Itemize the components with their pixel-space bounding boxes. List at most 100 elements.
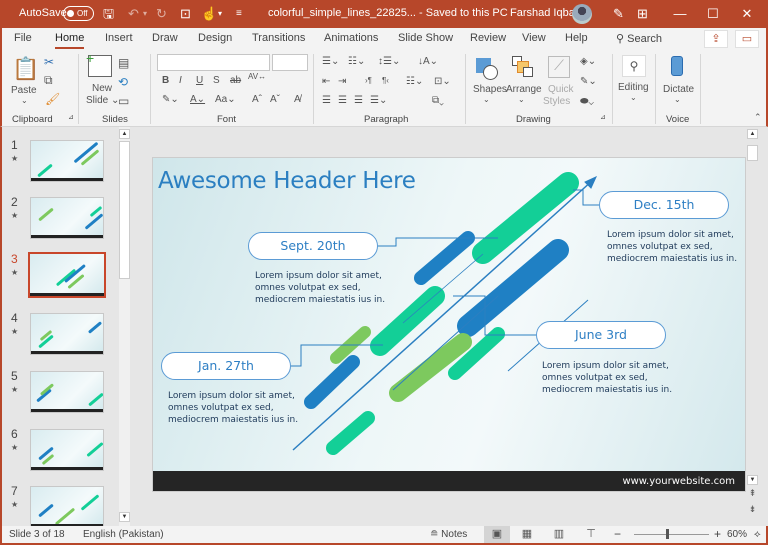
shape-outline-icon[interactable]: ✎⌄ [580, 76, 597, 87]
columns-button[interactable]: ☷⌄ [406, 76, 423, 87]
italic-button[interactable]: I [179, 75, 182, 86]
slide-canvas[interactable]: Awesome Header Here Sept. 20th Lorem ips… [152, 157, 746, 492]
milestone-description[interactable]: Lorem ipsum dolor sit amet, omnes volutp… [255, 270, 385, 306]
arrange-dropdown-icon[interactable]: ⌄ [518, 95, 525, 104]
autosave-toggle[interactable]: Off [63, 6, 94, 21]
numbering-button[interactable]: ☷⌄ [348, 56, 365, 67]
smartart-button[interactable]: ⧉⌄ [432, 95, 444, 106]
milestone-date-pill[interactable]: June 3rd [536, 321, 666, 349]
editing-dropdown-icon[interactable]: ⌄ [630, 93, 637, 102]
slide-sorter-button[interactable]: ▦ [514, 526, 540, 543]
zoom-out-button[interactable]: − [614, 527, 621, 541]
font-size-input[interactable] [272, 54, 308, 71]
center-button[interactable]: ☰ [338, 95, 347, 106]
new-slide-button[interactable]: New [92, 83, 112, 94]
reset-icon[interactable]: ⟲ [118, 75, 128, 89]
quick-styles-button[interactable]: Quick [548, 84, 574, 95]
user-name[interactable]: Farshad Iqbal [510, 7, 577, 19]
slide-thumbnail[interactable] [30, 486, 104, 528]
clipboard-launcher-icon[interactable]: ⊿ [68, 113, 74, 121]
align-right-button[interactable]: ☰ [354, 95, 363, 106]
scroll-up-button[interactable]: ▲ [119, 129, 130, 139]
bold-button[interactable]: B [162, 75, 169, 86]
character-spacing-button[interactable]: AV↔ [248, 72, 266, 81]
reading-view-button[interactable]: ▥ [546, 526, 572, 543]
website-text[interactable]: www.yourwebsite.com [622, 476, 735, 487]
bullets-button[interactable]: ☰⌄ [322, 56, 339, 67]
milestone-date-pill[interactable]: Sept. 20th [248, 232, 378, 260]
shapes-dropdown-icon[interactable]: ⌄ [483, 95, 490, 104]
increase-indent-button[interactable]: ⇥ [338, 76, 346, 87]
slide-title[interactable]: Awesome Header Here [158, 168, 416, 194]
paste-dropdown-icon[interactable]: ⌄ [21, 96, 28, 105]
cut-icon[interactable]: ✂ [44, 55, 54, 69]
drawing-launcher-icon[interactable]: ⊿ [600, 113, 606, 121]
microphone-icon[interactable] [671, 56, 683, 76]
slide-thumbnail[interactable] [30, 313, 104, 355]
milestone-date-pill[interactable]: Dec. 15th [599, 191, 729, 219]
font-name-input[interactable] [157, 54, 270, 71]
zoom-in-button[interactable]: + [714, 527, 721, 541]
tab-draw[interactable]: Draw [152, 32, 178, 44]
line-spacing-button[interactable]: ↕☰⌄ [378, 56, 400, 67]
thumbnail-scrollbar[interactable]: ▲ ▼ [119, 127, 130, 526]
previous-slide-button[interactable]: ⇞ [747, 488, 758, 499]
dictate-dropdown-icon[interactable]: ⌄ [674, 95, 681, 104]
arrange-icon[interactable] [512, 56, 534, 80]
slide-thumbnail[interactable] [30, 140, 104, 182]
close-button[interactable]: ✕ [732, 4, 762, 24]
slide-thumbnail[interactable] [30, 429, 104, 471]
quick-styles-icon[interactable]: ⟋ [548, 56, 570, 78]
designer-icon[interactable]: ✎ [613, 5, 624, 23]
tab-design[interactable]: Design [198, 32, 232, 44]
layout-icon[interactable]: ▤ [118, 56, 129, 70]
change-case-button[interactable]: Aa⌄ [215, 94, 236, 105]
text-direction-button[interactable]: ↓A⌄ [418, 56, 438, 67]
tab-animations[interactable]: Animations [324, 32, 378, 44]
tab-insert[interactable]: Insert [105, 32, 133, 44]
section-icon[interactable]: ▭ [118, 94, 129, 108]
shapes-button[interactable]: Shapes [473, 84, 507, 95]
tab-view[interactable]: View [522, 32, 546, 44]
redo-icon[interactable]: ↻ [156, 5, 167, 23]
undo-dropdown-icon[interactable]: ▾ [143, 5, 147, 23]
shapes-icon[interactable] [476, 58, 498, 80]
highlight-color-button[interactable]: ✎⌄ [162, 94, 179, 105]
touch-dropdown-icon[interactable]: ▾ [218, 5, 222, 23]
underline-button[interactable]: U [196, 75, 203, 86]
arrange-button[interactable]: Arrange [506, 84, 542, 95]
strikethrough-button[interactable]: ab [230, 75, 241, 86]
tab-review[interactable]: Review [470, 32, 506, 44]
share-button[interactable]: ⇪ [704, 30, 728, 48]
search-box[interactable]: ⚲ Search [616, 32, 662, 45]
tab-transitions[interactable]: Transitions [252, 32, 305, 44]
restore-button[interactable]: ☐ [698, 4, 728, 24]
decrease-indent-button[interactable]: ⇤ [322, 76, 330, 87]
milestone-description[interactable]: Lorem ipsum dolor sit amet, omnes volutp… [542, 360, 672, 396]
align-text-button[interactable]: ⊡⌄ [434, 76, 451, 87]
present-from-start-icon[interactable]: ⊡ [180, 5, 191, 23]
comments-button[interactable]: ▭ [735, 30, 759, 48]
scroll-thumb[interactable] [119, 141, 130, 279]
font-color-button[interactable]: A⌄ [190, 94, 205, 105]
scroll-thumb[interactable] [747, 145, 758, 161]
rtl-button[interactable]: ¶‹ [382, 76, 389, 85]
tab-file[interactable]: File [14, 32, 32, 44]
avatar[interactable] [572, 4, 592, 24]
justify-button[interactable]: ☰⌄ [370, 95, 387, 106]
copy-icon[interactable]: ⧉ [44, 73, 53, 88]
next-slide-button[interactable]: ⇟ [747, 504, 758, 515]
shape-fill-icon[interactable]: ◈⌄ [580, 56, 596, 67]
customize-qat-icon[interactable]: ≡ [236, 5, 242, 23]
undo-icon[interactable]: ↶ [128, 5, 139, 23]
slide-thumbnail[interactable] [30, 371, 104, 413]
tab-help[interactable]: Help [565, 32, 588, 44]
touch-mode-icon[interactable]: ☝ [201, 5, 217, 23]
collapse-ribbon-icon[interactable]: ⌃ [754, 112, 762, 123]
minimize-button[interactable]: — [665, 4, 695, 24]
shadow-button[interactable]: S [213, 75, 220, 86]
slide-scrollbar[interactable]: ▲ ▼ ⇞ ⇟ [746, 127, 760, 526]
fit-to-window-icon[interactable]: ⟡ [754, 529, 761, 540]
clear-formatting-button[interactable]: A̸ [294, 94, 301, 105]
save-icon[interactable]: 🖫 [103, 5, 114, 23]
